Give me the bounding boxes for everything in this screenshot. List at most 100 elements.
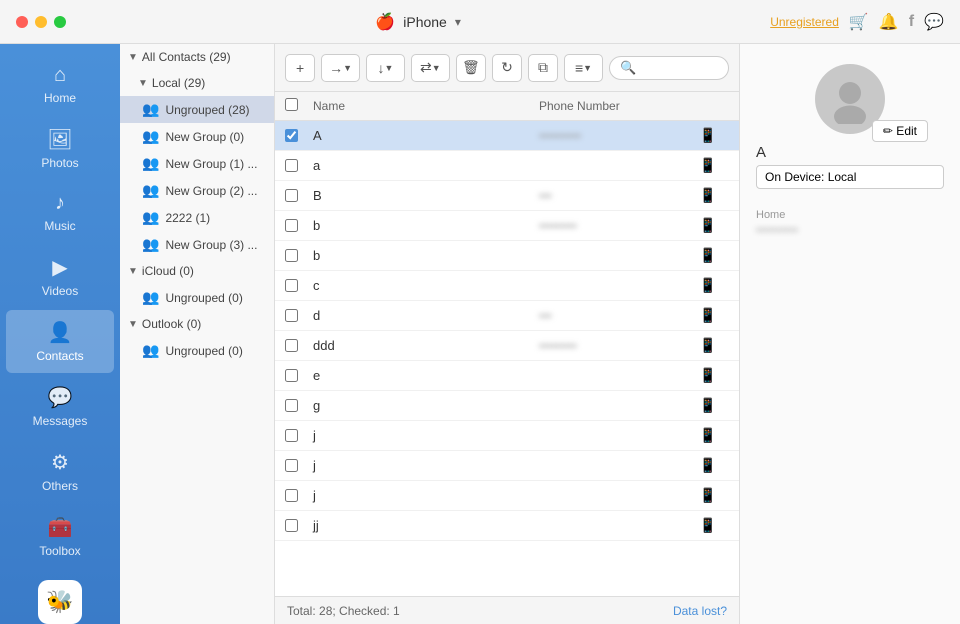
group-item-ungrouped-outlook[interactable]: 👥Ungrouped (0) <box>120 337 274 364</box>
contact-checkbox-cell[interactable] <box>285 189 313 202</box>
copy-button[interactable]: ⧉ <box>528 54 558 82</box>
refresh-button[interactable]: ↻ <box>492 54 522 82</box>
contact-row[interactable]: A •••••••••• 📱 <box>275 121 739 151</box>
avatar-image <box>825 74 875 124</box>
group-icon: 👥 <box>142 236 159 253</box>
contact-checkbox-cell[interactable] <box>285 459 313 472</box>
icloud-header[interactable]: ▼ iCloud (0) <box>120 258 274 284</box>
edit-button[interactable]: ✏ Edit <box>872 120 928 142</box>
maximize-button[interactable] <box>54 16 66 28</box>
group-item-new-group-1[interactable]: 👥New Group (1) ... <box>120 150 274 177</box>
contact-row[interactable]: a 📱 <box>275 151 739 181</box>
search-icon: 🔍 <box>620 60 636 76</box>
gift-icon[interactable]: 🔔 <box>879 12 899 32</box>
local-header[interactable]: ▼ Local (29) <box>120 70 274 96</box>
contact-row[interactable]: j 📱 <box>275 481 739 511</box>
export-button[interactable]: ↓ ▼ <box>366 54 405 82</box>
more-button[interactable]: ≡ ▼ <box>564 54 603 82</box>
contact-checkbox[interactable] <box>285 189 298 202</box>
sidebar-label-messages: Messages <box>33 414 88 428</box>
contact-row[interactable]: jj 📱 <box>275 511 739 541</box>
contact-checkbox-cell[interactable] <box>285 129 313 142</box>
contact-checkbox-cell[interactable] <box>285 279 313 292</box>
sidebar-item-music[interactable]: ♪Music <box>6 182 114 243</box>
contact-checkbox[interactable] <box>285 129 298 142</box>
contact-row[interactable]: b 📱 <box>275 241 739 271</box>
contact-checkbox[interactable] <box>285 309 298 322</box>
contact-checkbox-cell[interactable] <box>285 399 313 412</box>
contact-row[interactable]: e 📱 <box>275 361 739 391</box>
facebook-icon[interactable]: f <box>909 13 914 31</box>
table-header: Name Phone Number <box>275 92 739 121</box>
group-item-new-group-2[interactable]: 👥New Group (2) ... <box>120 177 274 204</box>
contact-phone: ••••••••• <box>539 219 699 233</box>
contact-checkbox-cell[interactable] <box>285 489 313 502</box>
unregistered-link[interactable]: Unregistered <box>770 15 839 29</box>
contact-checkbox[interactable] <box>285 219 298 232</box>
contact-checkbox-cell[interactable] <box>285 369 313 382</box>
contact-checkbox[interactable] <box>285 429 298 442</box>
import-button[interactable]: → ▼ <box>321 54 360 82</box>
sidebar-item-videos[interactable]: ▶Videos <box>6 245 114 308</box>
group-item-ungrouped-icloud[interactable]: 👥Ungrouped (0) <box>120 284 274 311</box>
chat-icon[interactable]: 💬 <box>924 12 944 32</box>
contact-row[interactable]: j 📱 <box>275 421 739 451</box>
add-button[interactable]: + <box>285 54 315 82</box>
contact-row[interactable]: B ••• 📱 <box>275 181 739 211</box>
outlook-header[interactable]: ▼ Outlook (0) <box>120 311 274 337</box>
local-label: Local (29) <box>152 76 205 90</box>
contact-checkbox[interactable] <box>285 459 298 472</box>
contact-name: a <box>313 158 539 173</box>
cart-icon[interactable]: 🛒 <box>849 12 869 32</box>
contact-checkbox[interactable] <box>285 339 298 352</box>
contact-checkbox[interactable] <box>285 489 298 502</box>
search-input[interactable] <box>641 61 721 75</box>
contact-checkbox[interactable] <box>285 249 298 262</box>
contact-name: j <box>313 458 539 473</box>
contact-checkbox[interactable] <box>285 279 298 292</box>
all-contacts-header[interactable]: ▼ All Contacts (29) <box>120 44 274 70</box>
transfer-button[interactable]: ⇄ ▼ <box>411 54 450 82</box>
contact-row[interactable]: ddd ••••••••• 📱 <box>275 331 739 361</box>
data-lost-link[interactable]: Data lost? <box>673 604 727 618</box>
delete-button[interactable]: 🗑 <box>456 54 486 82</box>
sidebar-item-messages[interactable]: 💬 Messages <box>6 375 114 438</box>
device-icon: 📱 <box>699 127 729 144</box>
dropdown-arrow[interactable]: ▾ <box>455 15 461 29</box>
group-item-ungrouped-local[interactable]: 👥Ungrouped (28) <box>120 96 274 123</box>
contact-name: b <box>313 218 539 233</box>
sidebar-item-toolbox[interactable]: 🧰Toolbox <box>6 505 114 568</box>
contact-row[interactable]: j 📱 <box>275 451 739 481</box>
minimize-button[interactable] <box>35 16 47 28</box>
contact-checkbox[interactable] <box>285 159 298 172</box>
sidebar-item-home[interactable]: ⌂Home <box>6 54 114 115</box>
group-item-group-2222[interactable]: 👥2222 (1) <box>120 204 274 231</box>
contact-checkbox-cell[interactable] <box>285 159 313 172</box>
select-all-checkbox[interactable] <box>285 98 298 111</box>
contact-checkbox-cell[interactable] <box>285 429 313 442</box>
contact-name: j <box>313 488 539 503</box>
contact-checkbox[interactable] <box>285 399 298 412</box>
close-button[interactable] <box>16 16 28 28</box>
sidebar-label-music: Music <box>44 219 75 233</box>
group-item-new-group-3[interactable]: 👥New Group (3) ... <box>120 231 274 258</box>
sidebar-item-photos[interactable]: 🖼Photos <box>6 117 114 180</box>
sidebar-item-others[interactable]: ⚙Others <box>6 440 114 503</box>
group-item-new-group-0[interactable]: 👥New Group (0) <box>120 123 274 150</box>
contact-row[interactable]: d ••• 📱 <box>275 301 739 331</box>
search-box[interactable]: 🔍 <box>609 56 729 80</box>
sidebar-item-contacts[interactable]: 👤Contacts <box>6 310 114 373</box>
contact-row[interactable]: b ••••••••• 📱 <box>275 211 739 241</box>
contact-checkbox-cell[interactable] <box>285 519 313 532</box>
main-layout: ⌂Home🖼Photos♪Music▶Videos👤Contacts 💬 Messa… <box>0 44 960 624</box>
contact-row[interactable]: g 📱 <box>275 391 739 421</box>
contact-checkbox[interactable] <box>285 519 298 532</box>
contact-checkbox[interactable] <box>285 369 298 382</box>
contact-checkbox-cell[interactable] <box>285 219 313 232</box>
messages-icon: 💬 <box>48 385 73 410</box>
contact-checkbox-cell[interactable] <box>285 339 313 352</box>
device-select[interactable]: On Device: LocaliCloudOutlook <box>756 165 944 189</box>
contact-checkbox-cell[interactable] <box>285 309 313 322</box>
contact-row[interactable]: c 📱 <box>275 271 739 301</box>
contact-checkbox-cell[interactable] <box>285 249 313 262</box>
